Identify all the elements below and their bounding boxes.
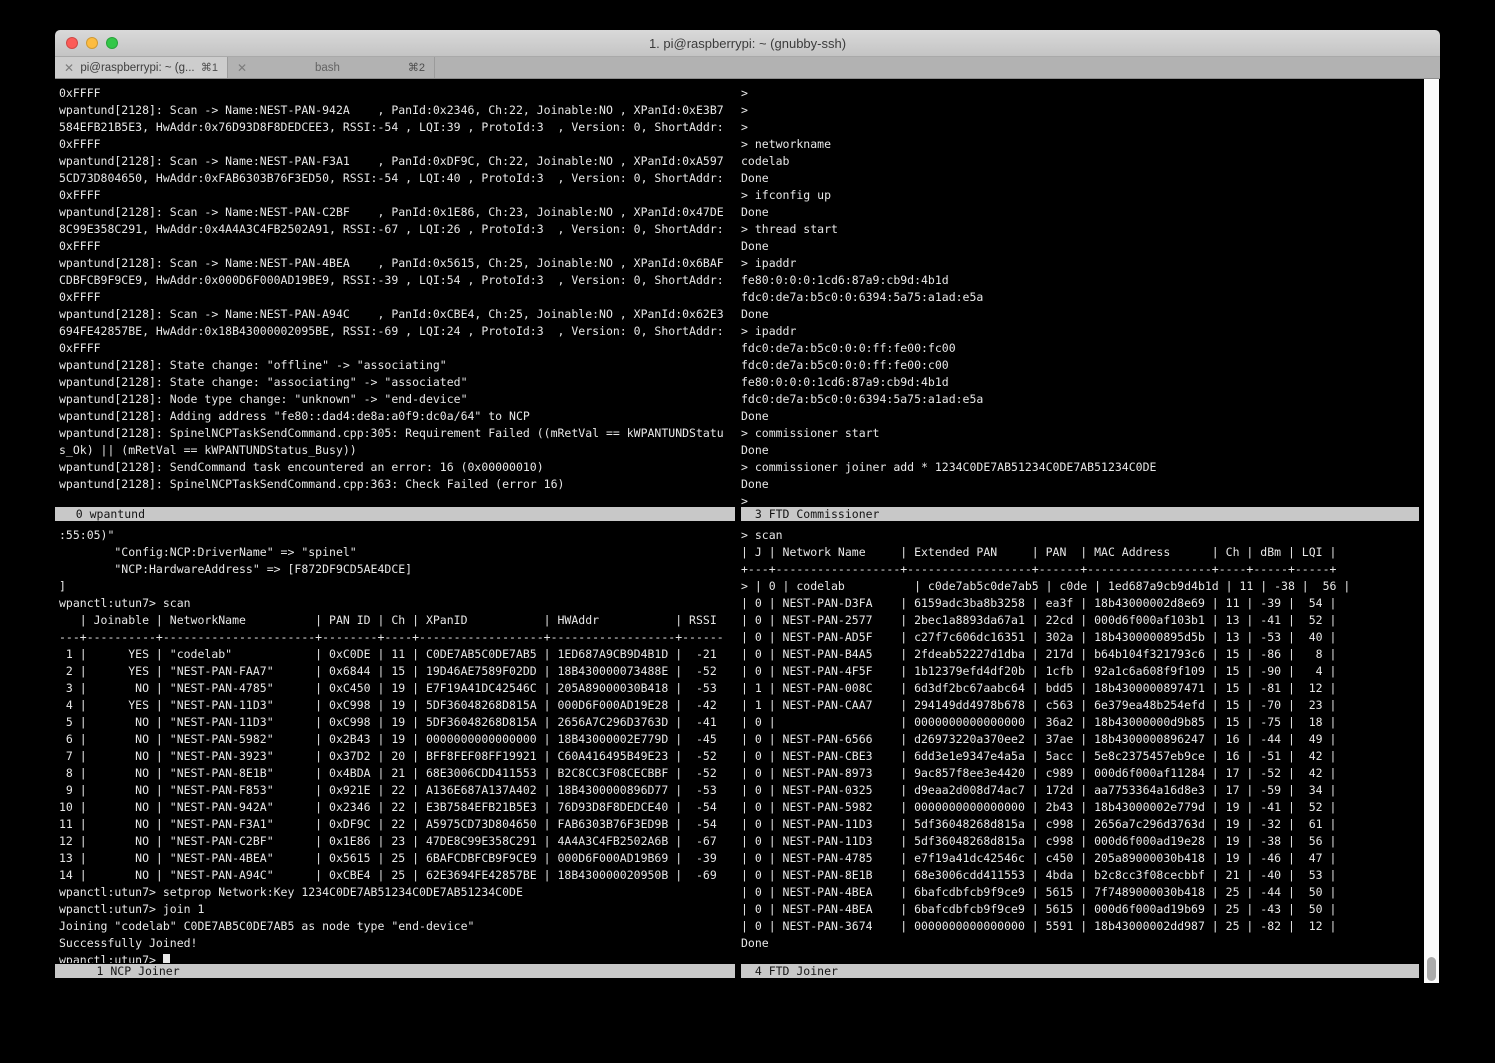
- window-titlebar: 1. pi@raspberrypi: ~ (gnubby-ssh): [55, 30, 1440, 57]
- pane-ftd-joiner[interactable]: > scan | J | Network Name | Extended PAN…: [741, 527, 1424, 963]
- tab-shortcut: ⌘2: [408, 61, 425, 74]
- pane-caption-wpantund: 0 wpantund: [55, 507, 735, 521]
- terminal-output: 0xFFFF wpantund[2128]: Scan -> Name:NEST…: [59, 85, 735, 493]
- tab-close-icon[interactable]: ✕: [64, 61, 74, 75]
- tab-label: bash: [253, 62, 402, 74]
- terminal-output: > scan | J | Network Name | Extended PAN…: [741, 527, 1424, 952]
- scrollbar-track[interactable]: [1424, 79, 1439, 983]
- scrollbar-thumb[interactable]: [1427, 957, 1436, 981]
- pane-caption-ncp-joiner: 1 NCP Joiner: [55, 964, 735, 978]
- tab-label: pi@raspberrypi: ~ (g...: [80, 62, 195, 74]
- tab-bar: ✕ pi@raspberrypi: ~ (g... ⌘1 ✕ bash ⌘2: [55, 57, 1440, 79]
- terminal-output: :55:05)" "Config:NCP:DriverName" => "spi…: [59, 527, 735, 963]
- pane-ncp-joiner[interactable]: :55:05)" "Config:NCP:DriverName" => "spi…: [59, 527, 735, 963]
- tab-bash[interactable]: ✕ bash ⌘2: [228, 57, 435, 78]
- tab-close-icon[interactable]: ✕: [237, 61, 247, 75]
- terminal-content: 0xFFFF wpantund[2128]: Scan -> Name:NEST…: [55, 79, 1440, 985]
- pane-wpantund-log[interactable]: 0xFFFF wpantund[2128]: Scan -> Name:NEST…: [59, 85, 735, 507]
- pane-caption-ftd-joiner: 4 FTD Joiner: [741, 964, 1419, 978]
- tab-shortcut: ⌘1: [201, 61, 218, 74]
- tab-ssh-session[interactable]: ✕ pi@raspberrypi: ~ (g... ⌘1: [55, 57, 228, 78]
- pane-ftd-commissioner[interactable]: > > > > networkname codelab Done > ifcon…: [741, 85, 1424, 507]
- window-title: 1. pi@raspberrypi: ~ (gnubby-ssh): [55, 36, 1440, 51]
- pane-caption-ftd-commissioner: 3 FTD Commissioner: [741, 507, 1419, 521]
- terminal-window: 1. pi@raspberrypi: ~ (gnubby-ssh) ✕ pi@r…: [55, 30, 1440, 985]
- terminal-cursor: [163, 954, 170, 963]
- terminal-output: > > > > networkname codelab Done > ifcon…: [741, 85, 1424, 507]
